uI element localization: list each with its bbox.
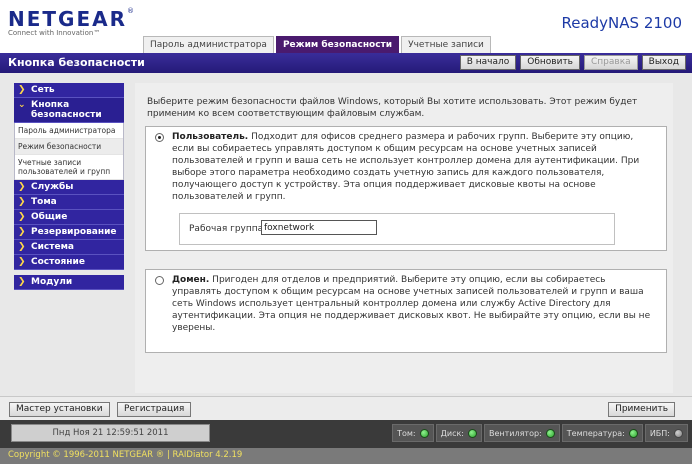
sidebar-item-system[interactable]: ❯ Система [14, 240, 124, 255]
chevron-right-icon: ❯ [18, 85, 26, 95]
indicator-label: Вентилятор: [489, 428, 542, 438]
refresh-button[interactable]: Обновить [520, 55, 580, 70]
option-user-text: Подходит для офисов среднего размера и р… [172, 132, 640, 202]
sidebar-item-security[interactable]: ⌄ Кнопка безопасности [14, 98, 124, 123]
copyright-text: Copyright © 1996-2011 NETGEAR ® | RAIDia… [8, 450, 243, 460]
workgroup-box: Рабочая группа: [179, 213, 615, 245]
fan-indicator[interactable]: Вентилятор: [484, 424, 560, 442]
header: NETGEAR® Connect with Innovation™ ReadyN… [0, 0, 692, 53]
sidebar-item-services[interactable]: ❯ Службы [14, 180, 124, 195]
tab-admin-password[interactable]: Пароль администратора [143, 36, 274, 53]
status-led-icon [545, 428, 555, 438]
indicator-label: ИБП: [649, 428, 670, 438]
app-window: NETGEAR® Connect with Innovation™ ReadyN… [0, 0, 692, 464]
footer: Copyright © 1996-2011 NETGEAR ® | RAIDia… [0, 448, 692, 464]
security-submenu: Пароль администратора Режим безопасности… [14, 123, 124, 180]
sidebar-item-status[interactable]: ❯ Состояние [14, 255, 124, 270]
brand-mark: ® [127, 7, 134, 15]
option-domain-text: Пригоден для отделов и предприятий. Выбе… [172, 275, 651, 333]
status-led-icon [628, 428, 638, 438]
indicator-label: Том: [397, 428, 416, 438]
status-bar: Пнд Ноя 21 12:59:51 2011 Том: Диск: Вент… [0, 420, 692, 448]
top-buttons: В начало Обновить Справка Выход [459, 55, 686, 70]
sidebar-item-label: Модули [31, 277, 73, 287]
workgroup-input[interactable] [261, 220, 377, 235]
chevron-right-icon: ❯ [18, 257, 26, 267]
logout-button[interactable]: Выход [641, 55, 686, 70]
sidebar-item-addons[interactable]: ❯ Модули [14, 275, 124, 290]
status-indicators: Том: Диск: Вентилятор: Температура: ИБП: [392, 424, 688, 442]
sidebar-item-backup[interactable]: ❯ Резервирование [14, 225, 124, 240]
sidebar-item-shares[interactable]: ❯ Общие [14, 210, 124, 225]
option-user-title: Пользователь. [172, 132, 249, 142]
volume-indicator[interactable]: Том: [392, 424, 434, 442]
netgear-logo: NETGEAR® Connect with Innovation™ [8, 7, 134, 37]
sidebar-subitem-accounts[interactable]: Учетные записи пользователей и групп [15, 155, 123, 180]
chevron-down-icon: ⌄ [18, 100, 26, 110]
tab-security-mode[interactable]: Режим безопасности [275, 36, 400, 53]
page-title: Кнопка безопасности [8, 56, 145, 69]
sidebar: ❯ Сеть ⌄ Кнопка безопасности Пароль адми… [14, 83, 124, 313]
title-bar: Кнопка безопасности В начало Обновить Сп… [0, 53, 692, 73]
tab-bar: Пароль администратора Режим безопасности… [143, 36, 493, 53]
temperature-indicator[interactable]: Температура: [561, 424, 643, 442]
sidebar-item-volumes[interactable]: ❯ Тома [14, 195, 124, 210]
sidebar-item-network[interactable]: ❯ Сеть [14, 83, 124, 98]
sidebar-item-label: Резервирование [31, 227, 117, 237]
status-led-icon [419, 428, 429, 438]
workgroup-label: Рабочая группа: [189, 224, 267, 234]
domain-mode-radio[interactable] [155, 276, 164, 285]
status-led-icon [674, 428, 683, 438]
sidebar-item-label: Состояние [31, 257, 85, 267]
option-domain-description: Домен. Пригоден для отделов и предприяти… [172, 274, 652, 334]
intro-text: Выберите режим безопасности файлов Windo… [147, 97, 638, 119]
help-button[interactable]: Справка [584, 55, 638, 70]
datetime-display: Пнд Ноя 21 12:59:51 2011 [11, 424, 210, 442]
sidebar-item-label: Службы [31, 182, 74, 192]
sidebar-item-label: Сеть [31, 85, 55, 95]
chevron-right-icon: ❯ [18, 182, 26, 192]
sidebar-subitem-security-mode[interactable]: Режим безопасности [15, 139, 123, 155]
indicator-label: Диск: [440, 428, 464, 438]
brand-name: NETGEAR [8, 7, 127, 31]
user-mode-radio[interactable] [155, 133, 164, 142]
indicator-label: Температура: [566, 428, 625, 438]
option-domain-title: Домен. [172, 275, 210, 285]
sidebar-item-label: Кнопка безопасности [31, 100, 102, 120]
status-led-icon [468, 428, 477, 438]
disk-indicator[interactable]: Диск: [435, 424, 482, 442]
content-panel: Выберите режим безопасности файлов Windo… [135, 83, 673, 393]
chevron-right-icon: ❯ [18, 242, 26, 252]
bottom-bar: Мастер установки Регистрация Применить [0, 396, 692, 420]
chevron-right-icon: ❯ [18, 212, 26, 222]
tab-accounts[interactable]: Учетные записи [401, 36, 491, 53]
sidebar-item-label: Система [31, 242, 74, 252]
registration-button[interactable]: Регистрация [117, 402, 192, 417]
chevron-right-icon: ❯ [18, 197, 26, 207]
chevron-right-icon: ❯ [18, 277, 26, 287]
option-user-description: Пользователь. Подходит для офисов средне… [172, 131, 652, 203]
sidebar-subitem-admin-password[interactable]: Пароль администратора [15, 123, 123, 139]
chevron-right-icon: ❯ [18, 227, 26, 237]
option-user-box: Пользователь. Подходит для офисов средне… [145, 126, 667, 251]
apply-button[interactable]: Применить [608, 402, 675, 417]
product-name: ReadyNAS 2100 [561, 14, 682, 32]
home-button[interactable]: В начало [459, 55, 517, 70]
option-domain-box: Домен. Пригоден для отделов и предприяти… [145, 269, 667, 353]
sidebar-item-label: Тома [31, 197, 57, 207]
setup-wizard-button[interactable]: Мастер установки [9, 402, 110, 417]
ups-indicator[interactable]: ИБП: [644, 424, 688, 442]
sidebar-item-label: Общие [31, 212, 68, 222]
